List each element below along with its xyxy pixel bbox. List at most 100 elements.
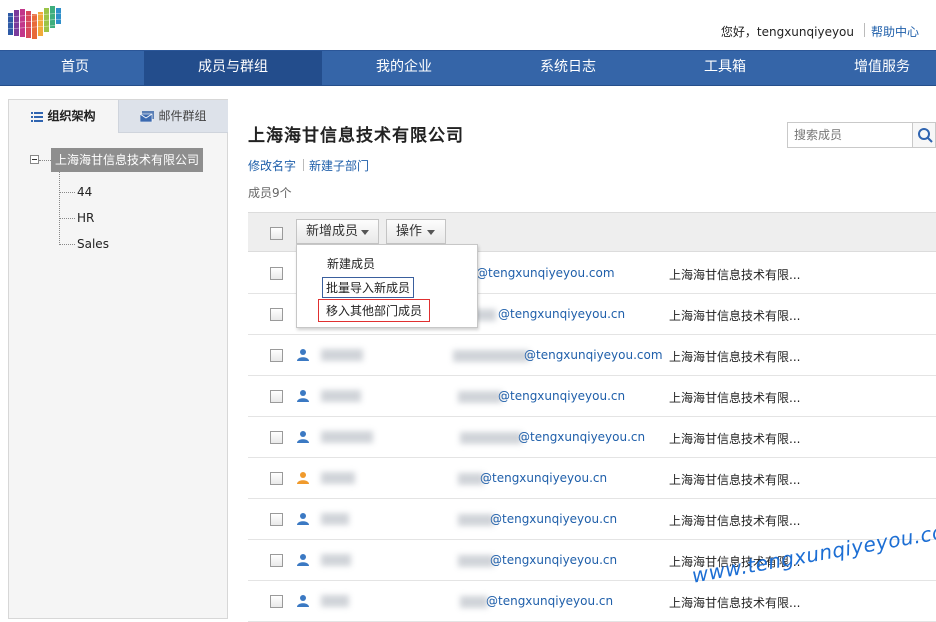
menu-item-batch-import[interactable]: 批量导入新成员: [322, 277, 415, 298]
left-panel: 组织架构 邮件群组 上海海甘信息技术有限公司 44 HR Sales: [8, 99, 228, 619]
member-department: 上海海甘信息技术有限...: [669, 268, 801, 282]
row-checkbox[interactable]: [270, 513, 283, 526]
row-checkbox[interactable]: [270, 554, 283, 567]
table-row[interactable]: @tengxunqiyeyou.cn 上海海甘信息技术有限...: [248, 458, 936, 499]
redacted-email-prefix: [458, 555, 494, 567]
search-input[interactable]: [787, 122, 913, 148]
menu-item-new-member[interactable]: 新建成员: [327, 255, 375, 272]
redacted-email-prefix: [453, 350, 529, 362]
operations-label: 操作: [396, 224, 423, 239]
row-checkbox[interactable]: [270, 308, 283, 321]
member-department: 上海海甘信息技术有限...: [669, 432, 801, 446]
nav-item-toolbox[interactable]: 工具箱: [650, 51, 800, 86]
rename-link[interactable]: 修改名字: [248, 157, 296, 174]
tree-connector: [59, 192, 75, 193]
member-department: 上海海甘信息技术有限...: [669, 596, 801, 610]
tree-collapse-icon[interactable]: [30, 155, 39, 164]
tab-mail-label: 邮件群组: [158, 109, 207, 123]
chevron-down-icon: [427, 230, 435, 235]
header-divider: [864, 23, 865, 37]
member-email: @tengxunqiyeyou.cn: [498, 389, 626, 403]
member-email: @tengxunqiyeyou.cn: [490, 512, 618, 526]
tree-connector: [59, 218, 75, 219]
table-row[interactable]: @tengxunqiyeyou.cn 上海海甘信息技术有限...: [248, 417, 936, 458]
tree-connector: [59, 244, 75, 245]
member-email: @tengxunqiyeyou.cn: [518, 430, 646, 444]
tab-org-label: 组织架构: [47, 109, 96, 123]
member-email: @tengxunqiyeyou.cn: [480, 471, 608, 485]
user-icon: [297, 472, 309, 484]
tree-root-company[interactable]: 上海海甘信息技术有限公司: [51, 148, 204, 172]
tree-connector: [59, 172, 60, 245]
table-row[interactable]: @tengxunqiyeyou.cn 上海海甘信息技术有限...: [248, 581, 936, 622]
tree-connector: [39, 160, 51, 161]
redacted-name: [321, 595, 349, 607]
nav-item-value-added[interactable]: 增值服务: [800, 51, 936, 86]
redacted-name: [321, 349, 363, 361]
redacted-email-prefix: [458, 391, 502, 403]
operations-button[interactable]: 操作: [386, 219, 446, 244]
row-checkbox[interactable]: [270, 267, 283, 280]
select-all-checkbox[interactable]: [270, 227, 283, 240]
row-checkbox[interactable]: [270, 595, 283, 608]
redacted-email-prefix: [458, 514, 494, 526]
search-icon: [918, 128, 933, 143]
member-department: 上海海甘信息技术有限...: [669, 473, 801, 487]
list-icon: [31, 111, 44, 122]
link-divider: [303, 159, 304, 171]
nav-item-members-groups[interactable]: 成员与群组: [144, 51, 322, 86]
page-title: 上海海甘信息技术有限公司: [248, 126, 464, 146]
row-checkbox[interactable]: [270, 349, 283, 362]
add-member-dropdown: 新建成员 批量导入新成员 移入其他部门成员: [296, 244, 478, 328]
tree-item-44[interactable]: 44: [77, 185, 92, 199]
user-icon: [297, 554, 309, 566]
member-email: @tengxunqiyeyou.cn: [498, 307, 626, 321]
menu-item-move-members[interactable]: 移入其他部门成员: [318, 299, 431, 322]
header: 您好，tengxunqiyeyou 帮助中心: [0, 0, 936, 50]
main-nav: 首页 成员与群组 我的企业 系统日志 工具箱 增值服务: [0, 50, 936, 86]
table-row[interactable]: @tengxunqiyeyou.cn 上海海甘信息技术有限...: [248, 499, 936, 540]
redacted-name: [321, 472, 355, 484]
chevron-down-icon: [361, 230, 369, 235]
nav-item-home[interactable]: 首页: [0, 51, 150, 86]
new-subdepartment-link[interactable]: 新建子部门: [309, 157, 369, 174]
row-checkbox[interactable]: [270, 431, 283, 444]
member-department: 上海海甘信息技术有限...: [669, 514, 801, 528]
member-email: @tengxunqiyeyou.com: [476, 266, 615, 280]
table-row[interactable]: @tengxunqiyeyou.cn 上海海甘信息技术有限...: [248, 376, 936, 417]
member-email: @tengxunqiyeyou.cn: [486, 594, 614, 608]
user-icon: [297, 349, 309, 361]
mail-group-icon: [140, 111, 155, 122]
redacted-email-prefix: [460, 432, 522, 444]
tab-org-structure[interactable]: 组织架构: [9, 100, 118, 133]
user-icon: [297, 431, 309, 443]
nav-item-system-log[interactable]: 系统日志: [486, 51, 650, 86]
redacted-name: [321, 554, 351, 566]
member-email: @tengxunqiyeyou.cn: [490, 553, 618, 567]
add-member-label: 新增成员: [306, 224, 359, 239]
tree-item-hr[interactable]: HR: [77, 211, 94, 225]
tree-item-sales[interactable]: Sales: [77, 237, 109, 251]
row-checkbox[interactable]: [270, 472, 283, 485]
greeting-text: 您好，tengxunqiyeyou: [720, 25, 854, 39]
redacted-name: [321, 513, 349, 525]
row-checkbox[interactable]: [270, 390, 283, 403]
member-email: @tengxunqiyeyou.com: [524, 348, 663, 362]
tab-mail-group[interactable]: 邮件群组: [118, 100, 228, 133]
table-row[interactable]: @tengxunqiyeyou.com 上海海甘信息技术有限...: [248, 335, 936, 376]
redacted-email-prefix: [460, 596, 488, 608]
nav-item-my-enterprise[interactable]: 我的企业: [322, 51, 486, 86]
member-department: 上海海甘信息技术有限...: [669, 350, 801, 364]
member-department: 上海海甘信息技术有限...: [669, 391, 801, 405]
user-icon: [297, 595, 309, 607]
logo[interactable]: [6, 3, 64, 43]
member-count: 成员9个: [248, 186, 292, 200]
add-member-button[interactable]: 新增成员: [296, 219, 379, 244]
user-icon: [297, 390, 309, 402]
redacted-name: [321, 390, 361, 402]
member-department: 上海海甘信息技术有限...: [669, 309, 801, 323]
help-center-link[interactable]: 帮助中心: [871, 23, 919, 40]
redacted-name: [321, 431, 373, 443]
search-button[interactable]: [912, 122, 936, 148]
user-icon: [297, 513, 309, 525]
